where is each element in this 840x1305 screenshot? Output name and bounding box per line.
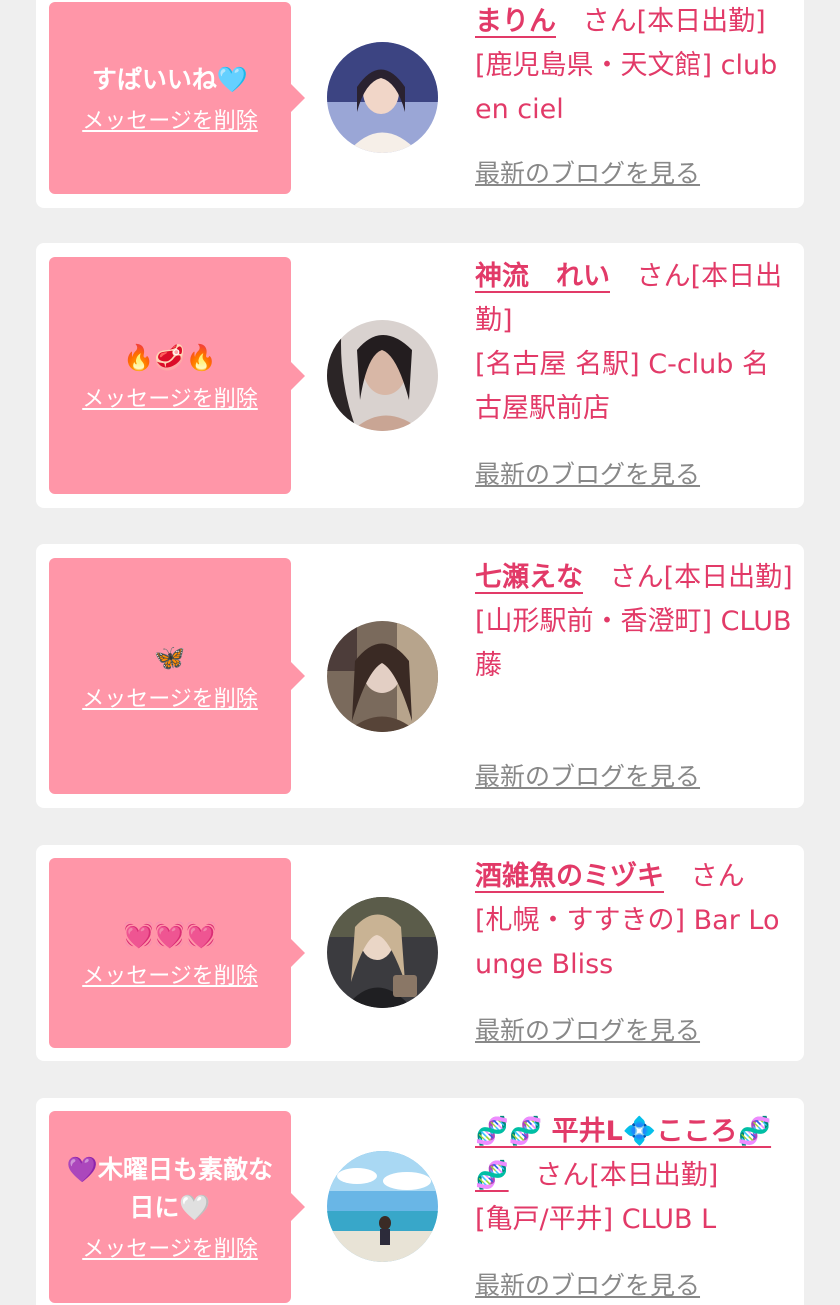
cast-status: さん[本日出勤] — [609, 562, 793, 593]
cast-info: 酒雑魚のミヅキ さん [札幌・すすきの] Bar Lounge Bliss — [475, 855, 795, 987]
list-item: 🦋 メッセージを削除 七瀬えな さん[本日出勤] [山形駅前・香澄町] CLUB… — [36, 544, 804, 808]
cast-info: 🧬🧬 平井L💠こころ🧬🧬 さん[本日出勤] [亀戸/平井] CLUB L — [475, 1110, 795, 1242]
cast-info: 七瀬えな さん[本日出勤] [山形駅前・香澄町] CLUB 藤 — [475, 556, 795, 688]
list-item: すぱいいね🩵 メッセージを削除 まりん さん[本日出勤] [鹿児島県・天文館] … — [36, 0, 804, 208]
avatar[interactable] — [327, 897, 438, 1008]
blog-link[interactable]: 最新のブログを見る — [475, 1011, 700, 1047]
list-item: 🔥🥩🔥 メッセージを削除 神流 れい さん[本日出勤] [名古屋 名駅] C-c… — [36, 243, 804, 508]
delete-message-link[interactable]: メッセージを削除 — [82, 381, 258, 413]
blog-link[interactable]: 最新のブログを見る — [475, 1266, 700, 1302]
shop-name: [鹿児島県・天文館] club en ciel — [475, 50, 778, 125]
cast-info: 神流 れい さん[本日出勤] [名古屋 名駅] C-club 名古屋駅前店 — [475, 255, 795, 431]
cast-info: まりん さん[本日出勤] [鹿児島県・天文館] club en ciel — [475, 0, 795, 132]
list-item: 💓💓💓 メッセージを削除 酒雑魚のミヅキ さん [札幌・すすきの] Bar Lo… — [36, 845, 804, 1061]
message-text: すぱいいね🩵 — [91, 65, 249, 94]
delete-message-link[interactable]: メッセージを削除 — [82, 958, 258, 990]
message-bubble: 💓💓💓 メッセージを削除 — [49, 858, 305, 1048]
avatar[interactable] — [327, 320, 438, 431]
cast-status: さん — [690, 861, 745, 892]
shop-name: [札幌・すすきの] Bar Lounge Bliss — [475, 905, 780, 980]
shop-name: [名古屋 名駅] C-club 名古屋駅前店 — [475, 349, 770, 424]
cast-status: さん[本日出勤] — [535, 1160, 719, 1191]
shop-name: [山形駅前・香澄町] CLUB 藤 — [475, 606, 792, 681]
message-bubble: 💜木曜日も素敵な日に🤍 メッセージを削除 — [49, 1111, 305, 1303]
delete-message-link[interactable]: メッセージを削除 — [82, 681, 258, 713]
avatar[interactable] — [327, 1151, 438, 1262]
cast-name-link[interactable]: 七瀬えな — [475, 562, 583, 593]
cast-name-link[interactable]: 酒雑魚のミヅキ — [475, 861, 664, 892]
message-text: 🦋 — [154, 643, 186, 672]
delete-message-link[interactable]: メッセージを削除 — [82, 103, 258, 135]
cast-status: さん[本日出勤] — [582, 6, 766, 37]
shop-name: [亀戸/平井] CLUB L — [475, 1204, 717, 1235]
list-item: 💜木曜日も素敵な日に🤍 メッセージを削除 🧬🧬 平井L💠こころ🧬🧬 さん[本日出… — [36, 1098, 804, 1305]
cast-name-link[interactable]: 神流 れい — [475, 261, 610, 292]
avatar[interactable] — [327, 621, 438, 732]
blog-link[interactable]: 最新のブログを見る — [475, 757, 700, 793]
message-bubble: 🔥🥩🔥 メッセージを削除 — [49, 257, 305, 494]
blog-link[interactable]: 最新のブログを見る — [475, 455, 700, 491]
message-bubble: すぱいいね🩵 メッセージを削除 — [49, 2, 305, 194]
message-list: すぱいいね🩵 メッセージを削除 まりん さん[本日出勤] [鹿児島県・天文館] … — [0, 0, 840, 1305]
avatar[interactable] — [327, 42, 438, 153]
delete-message-link[interactable]: メッセージを削除 — [82, 1231, 258, 1263]
message-text: 🔥🥩🔥 — [123, 342, 217, 372]
blog-link[interactable]: 最新のブログを見る — [475, 154, 700, 190]
message-text: 💜木曜日も素敵な日に🤍 — [66, 1155, 274, 1222]
message-bubble: 🦋 メッセージを削除 — [49, 558, 305, 794]
cast-name-link[interactable]: まりん — [475, 6, 556, 37]
message-text: 💓💓💓 — [123, 920, 217, 949]
